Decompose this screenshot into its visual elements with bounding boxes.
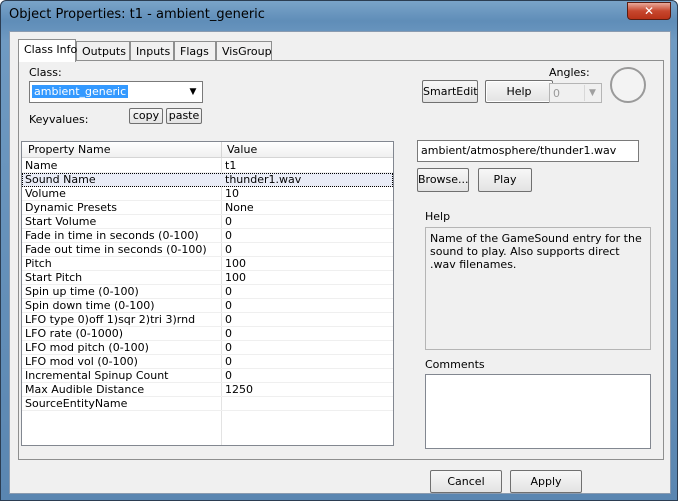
table-row[interactable]: Pitch 100 <box>22 257 393 271</box>
browse-button[interactable]: Browse... <box>417 168 469 192</box>
keyvalue-table[interactable]: Property Name Value Name t1 Sound Name thun… <box>21 141 394 446</box>
class-label: Class: <box>29 66 62 79</box>
chevron-down-icon[interactable]: ▼ <box>584 85 600 101</box>
property-name-cell: LFO mod vol (0-100) <box>25 355 138 368</box>
paste-button[interactable]: paste <box>166 108 202 124</box>
property-value-cell: 0 <box>225 355 232 368</box>
help-button[interactable]: Help <box>485 80 553 103</box>
property-value-cell: t1 <box>225 159 237 172</box>
tab-class-info[interactable]: Class Info <box>18 39 77 62</box>
class-value: ambient_generic <box>32 85 129 98</box>
sound-path-input[interactable]: ambient/atmosphere/thunder1.wav <box>417 140 639 162</box>
property-name-cell: Max Audible Distance <box>25 383 145 396</box>
property-value-cell: 1250 <box>225 383 253 396</box>
tab-visgroup[interactable]: VisGroup <box>216 41 272 61</box>
property-value-cell: 0 <box>225 243 232 256</box>
cancel-button[interactable]: Cancel <box>430 470 502 493</box>
tab-flags[interactable]: Flags <box>174 41 216 61</box>
table-row[interactable]: LFO mod pitch (0-100) 0 <box>22 341 393 355</box>
table-row[interactable]: Spin down time (0-100) 0 <box>22 299 393 313</box>
table-row[interactable]: Start Volume 0 <box>22 215 393 229</box>
chevron-down-icon[interactable]: ▼ <box>185 83 201 101</box>
help-description: Name of the GameSound entry for the soun… <box>430 232 642 271</box>
table-row[interactable]: Incremental Spinup Count 0 <box>22 369 393 383</box>
property-value-cell: 0 <box>225 313 232 326</box>
sound-path-value: ambient/atmosphere/thunder1.wav <box>421 144 617 157</box>
property-value-cell: thunder1.wav <box>225 173 302 186</box>
table-row[interactable]: Fade out time in seconds (0-100) 0 <box>22 243 393 257</box>
help-heading: Help <box>425 210 451 223</box>
angles-value: 0 <box>553 87 560 100</box>
property-value-cell: 0 <box>225 285 232 298</box>
property-name-cell: Name <box>25 159 58 172</box>
table-row[interactable]: Volume 10 <box>22 187 393 201</box>
property-name-cell: Pitch <box>25 257 52 270</box>
close-button[interactable]: ✕ <box>627 2 671 20</box>
smartedit-button[interactable]: SmartEdit <box>422 80 478 103</box>
table-row[interactable]: Dynamic Presets None <box>22 201 393 215</box>
property-value-cell: 0 <box>225 327 232 340</box>
property-name-cell: Sound Name <box>25 173 96 186</box>
title-bar[interactable]: Object Properties: t1 - ambient_generic … <box>1 1 677 31</box>
table-row[interactable]: Sound Name thunder1.wav <box>22 173 393 187</box>
window-title: Object Properties: t1 - ambient_generic <box>9 7 265 22</box>
property-name-cell: Start Volume <box>25 215 97 228</box>
property-name-cell: Fade in time in seconds (0-100) <box>25 229 199 242</box>
table-row[interactable]: Spin up time (0-100) 0 <box>22 285 393 299</box>
table-row[interactable]: LFO rate (0-1000) 0 <box>22 327 393 341</box>
table-row[interactable]: Max Audible Distance 1250 <box>22 383 393 397</box>
keyvalues-label: Keyvalues: <box>29 113 89 126</box>
property-name-cell: Spin up time (0-100) <box>25 285 139 298</box>
copy-button[interactable]: copy <box>129 108 163 124</box>
property-value-cell: 0 <box>225 229 232 242</box>
play-button[interactable]: Play <box>478 168 532 192</box>
column-header-property-name[interactable]: Property Name <box>28 143 111 156</box>
angles-dropdown[interactable]: 0 ▼ <box>549 83 602 103</box>
property-name-cell: Volume <box>25 187 66 200</box>
property-name-cell: Dynamic Presets <box>25 201 118 214</box>
property-name-cell: Fade out time in seconds (0-100) <box>25 243 207 256</box>
column-divider[interactable] <box>221 142 222 158</box>
property-value-cell: 0 <box>225 341 232 354</box>
property-name-cell: Spin down time (0-100) <box>25 299 155 312</box>
column-header-value[interactable]: Value <box>227 143 257 156</box>
table-row[interactable]: LFO type 0)off 1)sqr 2)tri 3)rnd 0 <box>22 313 393 327</box>
table-row[interactable]: LFO mod vol (0-100) 0 <box>22 355 393 369</box>
tab-inputs[interactable]: Inputs <box>130 41 174 61</box>
property-value-cell: 0 <box>225 369 232 382</box>
apply-button[interactable]: Apply <box>510 470 582 493</box>
property-name-cell: Incremental Spinup Count <box>25 369 169 382</box>
property-value-cell: None <box>225 201 254 214</box>
angle-dial-control[interactable] <box>610 67 646 103</box>
angles-label: Angles: <box>549 66 590 79</box>
table-row[interactable]: Fade in time in seconds (0-100) 0 <box>22 229 393 243</box>
table-row[interactable]: SourceEntityName <box>22 397 393 411</box>
property-name-cell: LFO mod pitch (0-100) <box>25 341 149 354</box>
property-value-cell: 100 <box>225 257 246 270</box>
table-row[interactable]: Start Pitch 100 <box>22 271 393 285</box>
table-row[interactable]: Name t1 <box>22 159 393 173</box>
property-name-cell: Start Pitch <box>25 271 83 284</box>
property-value-cell: 100 <box>225 271 246 284</box>
object-properties-window: Object Properties: t1 - ambient_generic … <box>0 0 678 501</box>
class-dropdown[interactable]: ambient_generic ▼ <box>29 81 203 103</box>
help-text-box: Name of the GameSound entry for the soun… <box>425 227 651 350</box>
class-info-panel: Class: ambient_generic ▼ SmartEdit Help … <box>18 60 664 460</box>
table-header: Property Name Value <box>22 142 393 158</box>
dialog-client-area: Class Info Outputs Inputs Flags VisGroup… <box>9 31 671 494</box>
property-value-cell: 0 <box>225 215 232 228</box>
property-name-cell: SourceEntityName <box>25 397 128 410</box>
comments-textarea[interactable] <box>425 374 651 449</box>
comments-heading: Comments <box>425 358 485 371</box>
property-name-cell: LFO type 0)off 1)sqr 2)tri 3)rnd <box>25 313 196 326</box>
property-value-cell: 10 <box>225 187 239 200</box>
property-name-cell: LFO rate (0-1000) <box>25 327 123 340</box>
property-value-cell: 0 <box>225 299 232 312</box>
tab-outputs[interactable]: Outputs <box>76 41 130 61</box>
